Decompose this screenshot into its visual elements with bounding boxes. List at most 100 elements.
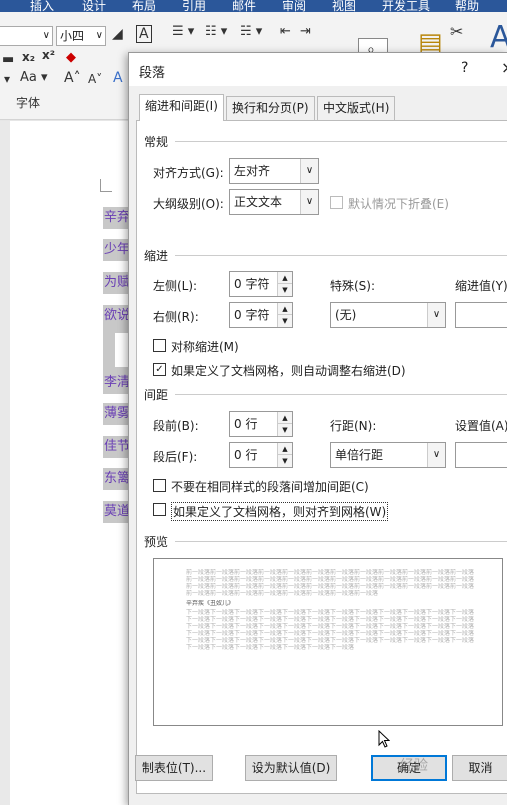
check-icon: ✓ xyxy=(155,364,164,375)
auto-adjust-indent-label: 如果定义了文档网格，则自动调整右缩进(D) xyxy=(171,364,406,378)
cancel-button-label: 取消 xyxy=(468,761,493,775)
indent-by-stepper[interactable] xyxy=(455,302,507,328)
bullets-icon[interactable]: ☰ ▾ xyxy=(172,24,194,39)
numbering-icon[interactable]: ☷ ▾ xyxy=(205,24,227,39)
right-indent-stepper[interactable]: 0 字符 ▲ ▼ xyxy=(229,302,293,328)
phonetic-guide-icon[interactable]: A xyxy=(113,70,123,86)
subscript-icon[interactable]: x₂ xyxy=(22,50,35,64)
line-spacing-select[interactable]: 单倍行距 ∨ xyxy=(330,442,446,468)
spin-down-icon[interactable]: ▼ xyxy=(278,424,292,436)
space-after-value: 0 行 xyxy=(234,448,258,462)
special-indent-select[interactable]: (无) ∨ xyxy=(330,302,446,328)
font-name-select[interactable]: ∨ xyxy=(0,26,53,46)
tab-layout[interactable]: 布局 xyxy=(132,0,156,12)
chevron-down-icon: ∨ xyxy=(427,443,445,467)
superscript-icon[interactable]: x² xyxy=(42,48,55,62)
spin-up-icon[interactable]: ▲ xyxy=(278,443,292,455)
help-button[interactable]: ? xyxy=(461,60,468,76)
tab-references[interactable]: 引用 xyxy=(182,0,206,12)
spacing-section-title: 间距 xyxy=(144,388,169,402)
preview-next-line: 下一段落下一段落下一段落下一段落下一段落下一段落下一段落下一段落下一段落下一段落… xyxy=(186,616,475,623)
tab-developer[interactable]: 开发工具 xyxy=(382,0,430,12)
no-space-same-style-checkbox[interactable] xyxy=(153,479,166,492)
tab-label: 中文版式(H) xyxy=(323,101,390,115)
increase-indent-icon[interactable]: ⇥ xyxy=(300,24,311,39)
font-size-select[interactable]: 小四 ∨ xyxy=(56,26,106,46)
styles-icon[interactable]: A xyxy=(490,20,507,55)
char-border-icon[interactable]: A xyxy=(136,25,152,43)
clear-format-icon[interactable]: ◆ xyxy=(66,50,76,65)
dialog-title-bar[interactable]: 段落 ? × xyxy=(129,53,507,86)
spin-up-icon[interactable]: ▲ xyxy=(278,272,292,284)
multilevel-list-icon[interactable]: ☵ ▾ xyxy=(240,24,262,39)
alignment-value: 左对齐 xyxy=(234,164,271,178)
line-spacing-label: 行距(N): xyxy=(330,419,377,433)
tab-indents-spacing[interactable]: 缩进和间距(I) xyxy=(139,94,224,121)
set-default-button-label: 设为默认值(D) xyxy=(251,761,331,775)
space-after-stepper[interactable]: 0 行 ▲ ▼ xyxy=(229,442,293,468)
text-effect-icon[interactable]: ▾ xyxy=(4,72,10,86)
watermark: 经验 xyxy=(400,758,428,774)
outline-level-select[interactable]: 正文文本 ∨ xyxy=(229,189,319,215)
spin-up-icon[interactable]: ▲ xyxy=(278,412,292,424)
chevron-down-icon: ∨ xyxy=(42,30,50,41)
outline-level-value: 正文文本 xyxy=(234,195,283,209)
indent-section-title: 缩进 xyxy=(144,249,169,263)
font-group-label: 字体 xyxy=(16,96,41,110)
preview-prev-line: 前一段落前一段落前一段落前一段落前一段落前一段落前一段落前一段落 xyxy=(186,590,379,597)
tabs-button[interactable]: 制表位(T)... xyxy=(135,755,213,781)
snap-to-grid-checkbox[interactable] xyxy=(153,503,166,516)
space-after-label: 段后(F): xyxy=(153,450,198,464)
preview-next-line: 下一段落下一段落下一段落下一段落下一段落下一段落下一段落下一段落下一段落下一段落… xyxy=(186,623,475,630)
tab-review[interactable]: 审阅 xyxy=(282,0,306,12)
left-indent-label: 左侧(L): xyxy=(153,279,198,293)
preview-pane: 前一段落前一段落前一段落前一段落前一段落前一段落前一段落前一段落前一段落前一段落… xyxy=(153,558,503,726)
margin-mark xyxy=(100,179,101,191)
snap-to-grid-label: 如果定义了文档网格，则对齐到网格(W) xyxy=(171,502,389,521)
spacing-at-stepper[interactable] xyxy=(455,442,507,468)
collapse-label: 默认情况下折叠(E) xyxy=(348,197,449,211)
tab-design[interactable]: 设计 xyxy=(82,0,106,12)
alignment-select[interactable]: 左对齐 ∨ xyxy=(229,158,319,184)
spacing-at-label: 设置值(A): xyxy=(455,419,507,433)
tab-line-page-breaks[interactable]: 换行和分页(P) xyxy=(226,96,315,120)
cancel-button[interactable]: 取消 xyxy=(452,755,507,781)
preview-next-line: 下一段落下一段落下一段落下一段落下一段落下一段落下一段落下一段落下一段落下一段落… xyxy=(186,609,475,616)
no-space-same-style-label: 不要在相同样式的段落间增加间距(C) xyxy=(171,480,369,494)
tab-mailings[interactable]: 邮件 xyxy=(232,0,256,12)
chevron-down-icon: ∨ xyxy=(300,159,318,183)
auto-adjust-indent-checkbox[interactable]: ✓ xyxy=(153,363,166,376)
space-before-label: 段前(B): xyxy=(153,419,199,433)
preview-next-line: 下一段落下一段落下一段落下一段落下一段落下一段落下一段落下一段落下一段落下一段落… xyxy=(186,630,475,637)
spin-up-icon[interactable]: ▲ xyxy=(278,303,292,315)
left-indent-stepper[interactable]: 0 字符 ▲ ▼ xyxy=(229,271,293,297)
divider xyxy=(175,394,507,395)
set-default-button[interactable]: 设为默认值(D) xyxy=(245,755,337,781)
line-spacing-value: 单倍行距 xyxy=(335,448,384,462)
spin-down-icon[interactable]: ▼ xyxy=(278,455,292,467)
spin-down-icon[interactable]: ▼ xyxy=(278,315,292,327)
strikethrough-icon[interactable]: ▬ xyxy=(2,52,14,67)
paragraph-dialog: 段落 ? × 缩进和间距(I) 换行和分页(P) 中文版式(H) 常规 对齐方式… xyxy=(128,52,507,805)
mirror-indents-checkbox[interactable] xyxy=(153,339,166,352)
tab-asian-typography[interactable]: 中文版式(H) xyxy=(317,96,396,120)
grow-font-icon[interactable]: A˄ xyxy=(64,70,81,86)
spin-down-icon[interactable]: ▼ xyxy=(278,284,292,296)
dialog-title: 段落 xyxy=(139,66,166,81)
tab-help[interactable]: 帮助 xyxy=(455,0,479,12)
format-painter-icon[interactable]: ◢ xyxy=(112,26,123,42)
preview-prev-line: 前一段落前一段落前一段落前一段落前一段落前一段落前一段落前一段落前一段落前一段落… xyxy=(186,569,475,576)
general-section-title: 常规 xyxy=(144,135,169,149)
preview-prev-line: 前一段落前一段落前一段落前一段落前一段落前一段落前一段落前一段落前一段落前一段落… xyxy=(186,576,475,583)
collapse-checkbox[interactable] xyxy=(330,196,343,209)
tab-label: 缩进和间距(I) xyxy=(145,99,218,113)
space-before-stepper[interactable]: 0 行 ▲ ▼ xyxy=(229,411,293,437)
change-case-icon[interactable]: Aa ▾ xyxy=(20,70,48,85)
cut-icon[interactable]: ✂ xyxy=(450,22,463,41)
decrease-indent-icon[interactable]: ⇤ xyxy=(280,24,291,39)
close-button[interactable]: × xyxy=(501,58,507,77)
right-indent-label: 右侧(R): xyxy=(153,310,199,324)
tab-view[interactable]: 视图 xyxy=(332,0,356,12)
shrink-font-icon[interactable]: A˅ xyxy=(88,72,102,86)
tab-insert[interactable]: 插入 xyxy=(30,0,54,12)
